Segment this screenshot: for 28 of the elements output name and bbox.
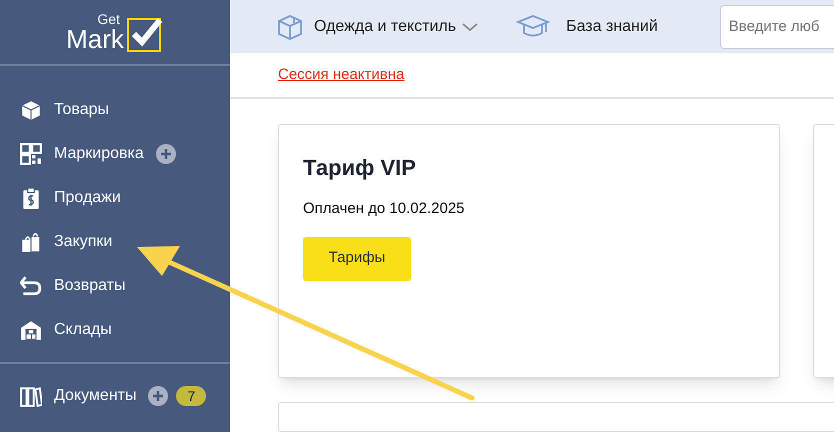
box-icon — [276, 12, 304, 41]
count-badge: 7 — [176, 386, 206, 406]
sidebar-item[interactable]: Склады — [54, 318, 112, 342]
add-icon[interactable] — [148, 386, 168, 406]
session-status-link[interactable]: Сессия неактивна — [278, 64, 404, 86]
paid-until-text: Оплачен до 10.02.2025 — [303, 199, 466, 219]
shopping-bags-icon — [20, 231, 42, 253]
sidebar-item[interactable]: Товары — [54, 98, 110, 122]
search-field[interactable]: Введите люб — [720, 4, 834, 49]
return-arrow-icon — [20, 275, 42, 297]
qr-code-icon — [20, 143, 42, 165]
logo-text: Mark — [66, 26, 124, 52]
knowledge-base-link[interactable]: База знаний — [566, 14, 658, 39]
logo[interactable]: Get Mark — [66, 12, 164, 52]
tariffs-button[interactable]: Тарифы — [303, 236, 411, 280]
chevron-down-icon — [462, 22, 478, 32]
logo-text: Get — [97, 12, 120, 26]
sidebar-item[interactable]: Продажи — [54, 186, 121, 210]
binders-icon — [20, 385, 42, 407]
card-title: Тариф VIP — [303, 154, 417, 182]
warehouse-icon — [20, 319, 42, 341]
sidebar-item[interactable]: Маркировка — [54, 142, 144, 166]
sidebar-item[interactable]: Закупки — [54, 230, 112, 254]
category-dropdown[interactable]: Одежда и текстиль — [314, 14, 478, 39]
add-icon[interactable] — [156, 144, 176, 164]
box-icon — [20, 99, 42, 121]
sidebar-item[interactable]: Документы — [54, 384, 136, 408]
sidebar-item[interactable]: Возвраты — [54, 274, 126, 298]
